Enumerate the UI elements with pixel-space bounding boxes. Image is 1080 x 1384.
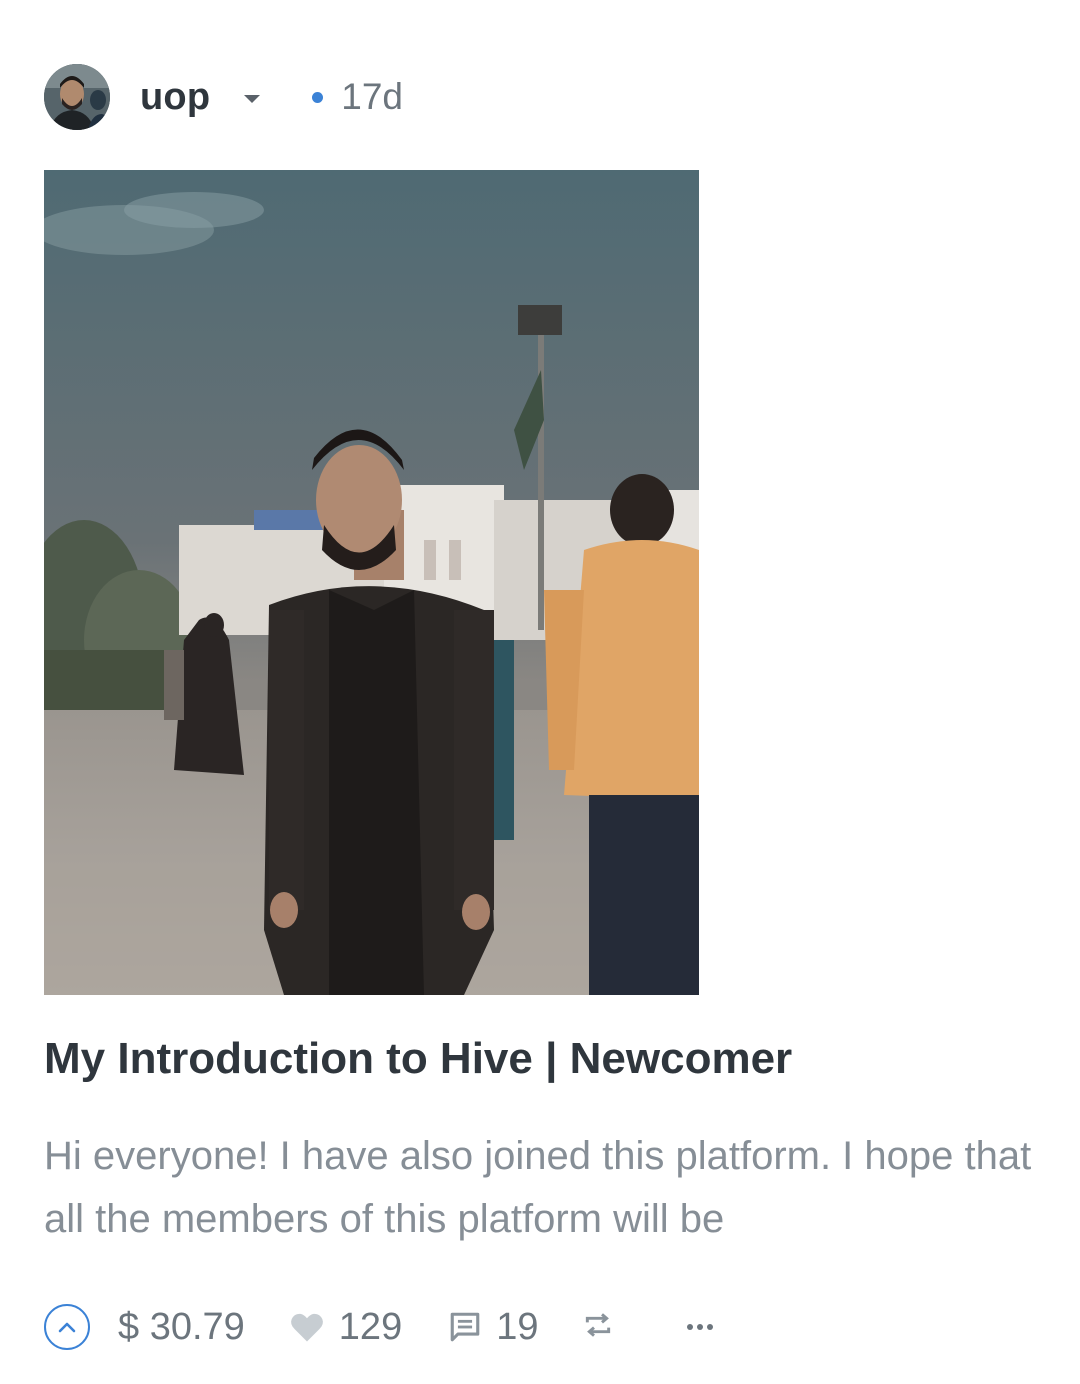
author-name[interactable]: uop <box>140 76 210 119</box>
post-header: uop 17d <box>44 64 403 130</box>
reblog-icon <box>586 1312 611 1337</box>
post-actions: $ 30.79 129 19 <box>44 1302 714 1352</box>
comments-count: 19 <box>496 1305 539 1348</box>
likes-button[interactable]: 129 <box>289 1306 402 1349</box>
comments-button[interactable]: 19 <box>448 1306 538 1349</box>
upvote-chevron-icon <box>58 1322 76 1333</box>
heart-icon <box>290 1313 323 1342</box>
post-time: 17d <box>341 76 403 117</box>
likes-count: 129 <box>338 1305 403 1348</box>
reblog-button[interactable] <box>582 1309 614 1346</box>
comment-icon <box>450 1312 480 1342</box>
post-card: uop 17d My Introduction to Hive | Newcom… <box>0 0 1080 1384</box>
more-dots-icon <box>687 1324 714 1330</box>
post-excerpt[interactable]: Hi everyone! I have also joined this pla… <box>44 1125 1034 1251</box>
payout-value[interactable]: $ 30.79 <box>118 1306 245 1349</box>
post-image[interactable] <box>44 170 699 995</box>
status-dot <box>312 91 324 103</box>
upvote-button[interactable] <box>44 1304 90 1350</box>
author-avatar[interactable] <box>44 64 110 130</box>
chevron-down-icon[interactable] <box>244 95 261 103</box>
post-title[interactable]: My Introduction to Hive | Newcomer <box>44 1030 1044 1088</box>
more-button[interactable] <box>686 1322 714 1332</box>
